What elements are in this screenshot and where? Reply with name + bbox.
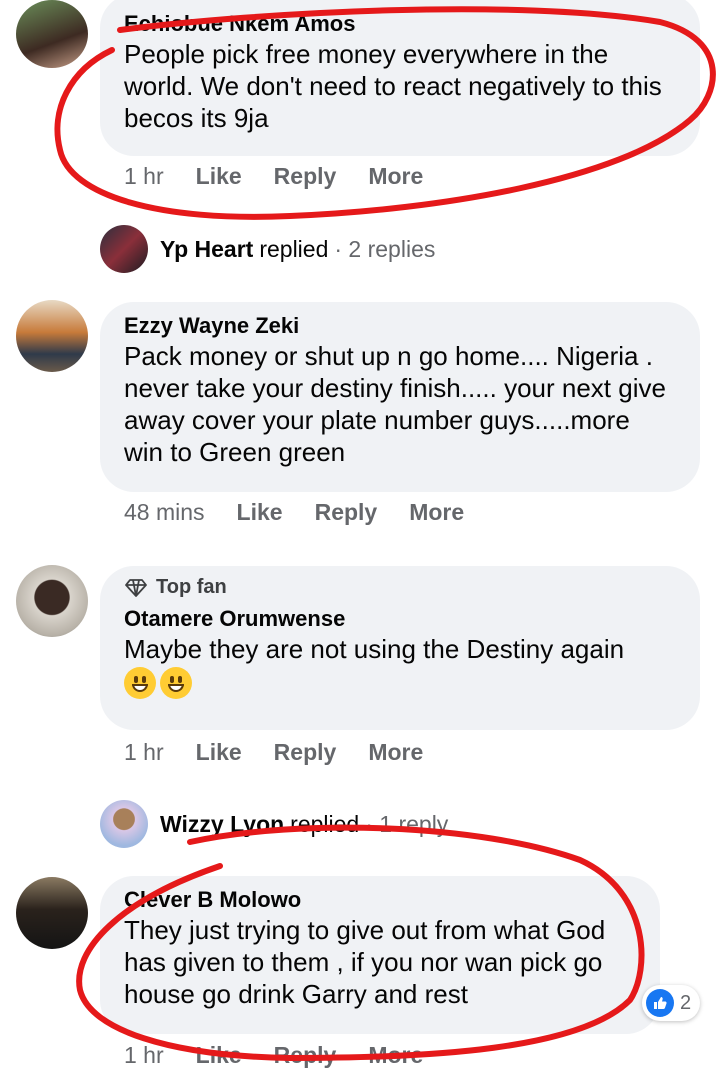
comment-text: People pick free money everywhere in the… (124, 39, 662, 133)
diamond-icon (125, 578, 147, 597)
comment-actions: 1 hr Like Reply More (124, 163, 455, 190)
reply-button[interactable]: Reply (274, 1042, 337, 1069)
like-button[interactable]: Like (196, 1042, 242, 1069)
avatar[interactable] (16, 300, 88, 372)
comment-bubble: Top fan Otamere Orumwense Maybe they are… (100, 566, 700, 730)
smiling-emoji-icon (160, 667, 192, 700)
comment-text: They just trying to give out from what G… (124, 915, 606, 1009)
more-button[interactable]: More (409, 499, 464, 526)
comment-text: Maybe they are not using the Destiny aga… (124, 633, 676, 700)
top-fan-label: Top fan (156, 576, 227, 598)
reply-verb: replied (259, 235, 329, 262)
grinning-emoji-icon (124, 667, 156, 700)
comment-actions: 1 hr Like Reply More (124, 739, 455, 766)
replies-summary[interactable]: Wizzy Lyon replied · 1 reply (100, 800, 448, 848)
reply-count[interactable]: · 2 replies (334, 236, 435, 263)
top-fan-badge: Top fan (124, 576, 676, 599)
comment-bubble: Clever B Molowo They just trying to give… (100, 876, 660, 1034)
reply-button[interactable]: Reply (315, 499, 378, 526)
reply-verb: replied (290, 810, 360, 837)
like-button[interactable]: Like (237, 499, 283, 526)
more-button[interactable]: More (368, 163, 423, 190)
reply-button[interactable]: Reply (274, 163, 337, 190)
replies-summary[interactable]: Yp Heart replied · 2 replies (100, 225, 435, 273)
comment-author[interactable]: Clever B Molowo (124, 886, 636, 914)
comment-time[interactable]: 1 hr (124, 1042, 164, 1069)
comment-actions: 1 hr Like Reply More (124, 1042, 455, 1069)
reply-author[interactable]: Yp Heart (160, 236, 253, 263)
reply-button[interactable]: Reply (274, 739, 337, 766)
comment-bubble: Echiobue Nkem Amos People pick free mone… (100, 0, 700, 156)
thumbs-up-icon (646, 989, 674, 1017)
comment-actions: 48 mins Like Reply More (124, 499, 496, 526)
avatar[interactable] (16, 565, 88, 637)
avatar[interactable] (16, 0, 88, 68)
more-button[interactable]: More (368, 739, 423, 766)
comment-time[interactable]: 48 mins (124, 499, 205, 526)
comment-author[interactable]: Ezzy Wayne Zeki (124, 312, 676, 340)
avatar (100, 800, 148, 848)
like-button[interactable]: Like (196, 739, 242, 766)
like-button[interactable]: Like (196, 163, 242, 190)
reply-count[interactable]: · 1 reply (365, 811, 448, 838)
comment-time[interactable]: 1 hr (124, 163, 164, 190)
reaction-summary[interactable]: 2 (642, 985, 700, 1021)
avatar (100, 225, 148, 273)
comment-author[interactable]: Otamere Orumwense (124, 605, 676, 633)
comment-text: Pack money or shut up n go home.... Nige… (124, 341, 666, 467)
comment-author[interactable]: Echiobue Nkem Amos (124, 10, 676, 38)
reply-author[interactable]: Wizzy Lyon (160, 811, 284, 838)
comment-bubble: Ezzy Wayne Zeki Pack money or shut up n … (100, 302, 700, 492)
comment-time[interactable]: 1 hr (124, 739, 164, 766)
avatar[interactable] (16, 877, 88, 949)
more-button[interactable]: More (368, 1042, 423, 1069)
comment-text-body: Maybe they are not using the Destiny aga… (124, 634, 625, 664)
reaction-count: 2 (680, 991, 692, 1014)
